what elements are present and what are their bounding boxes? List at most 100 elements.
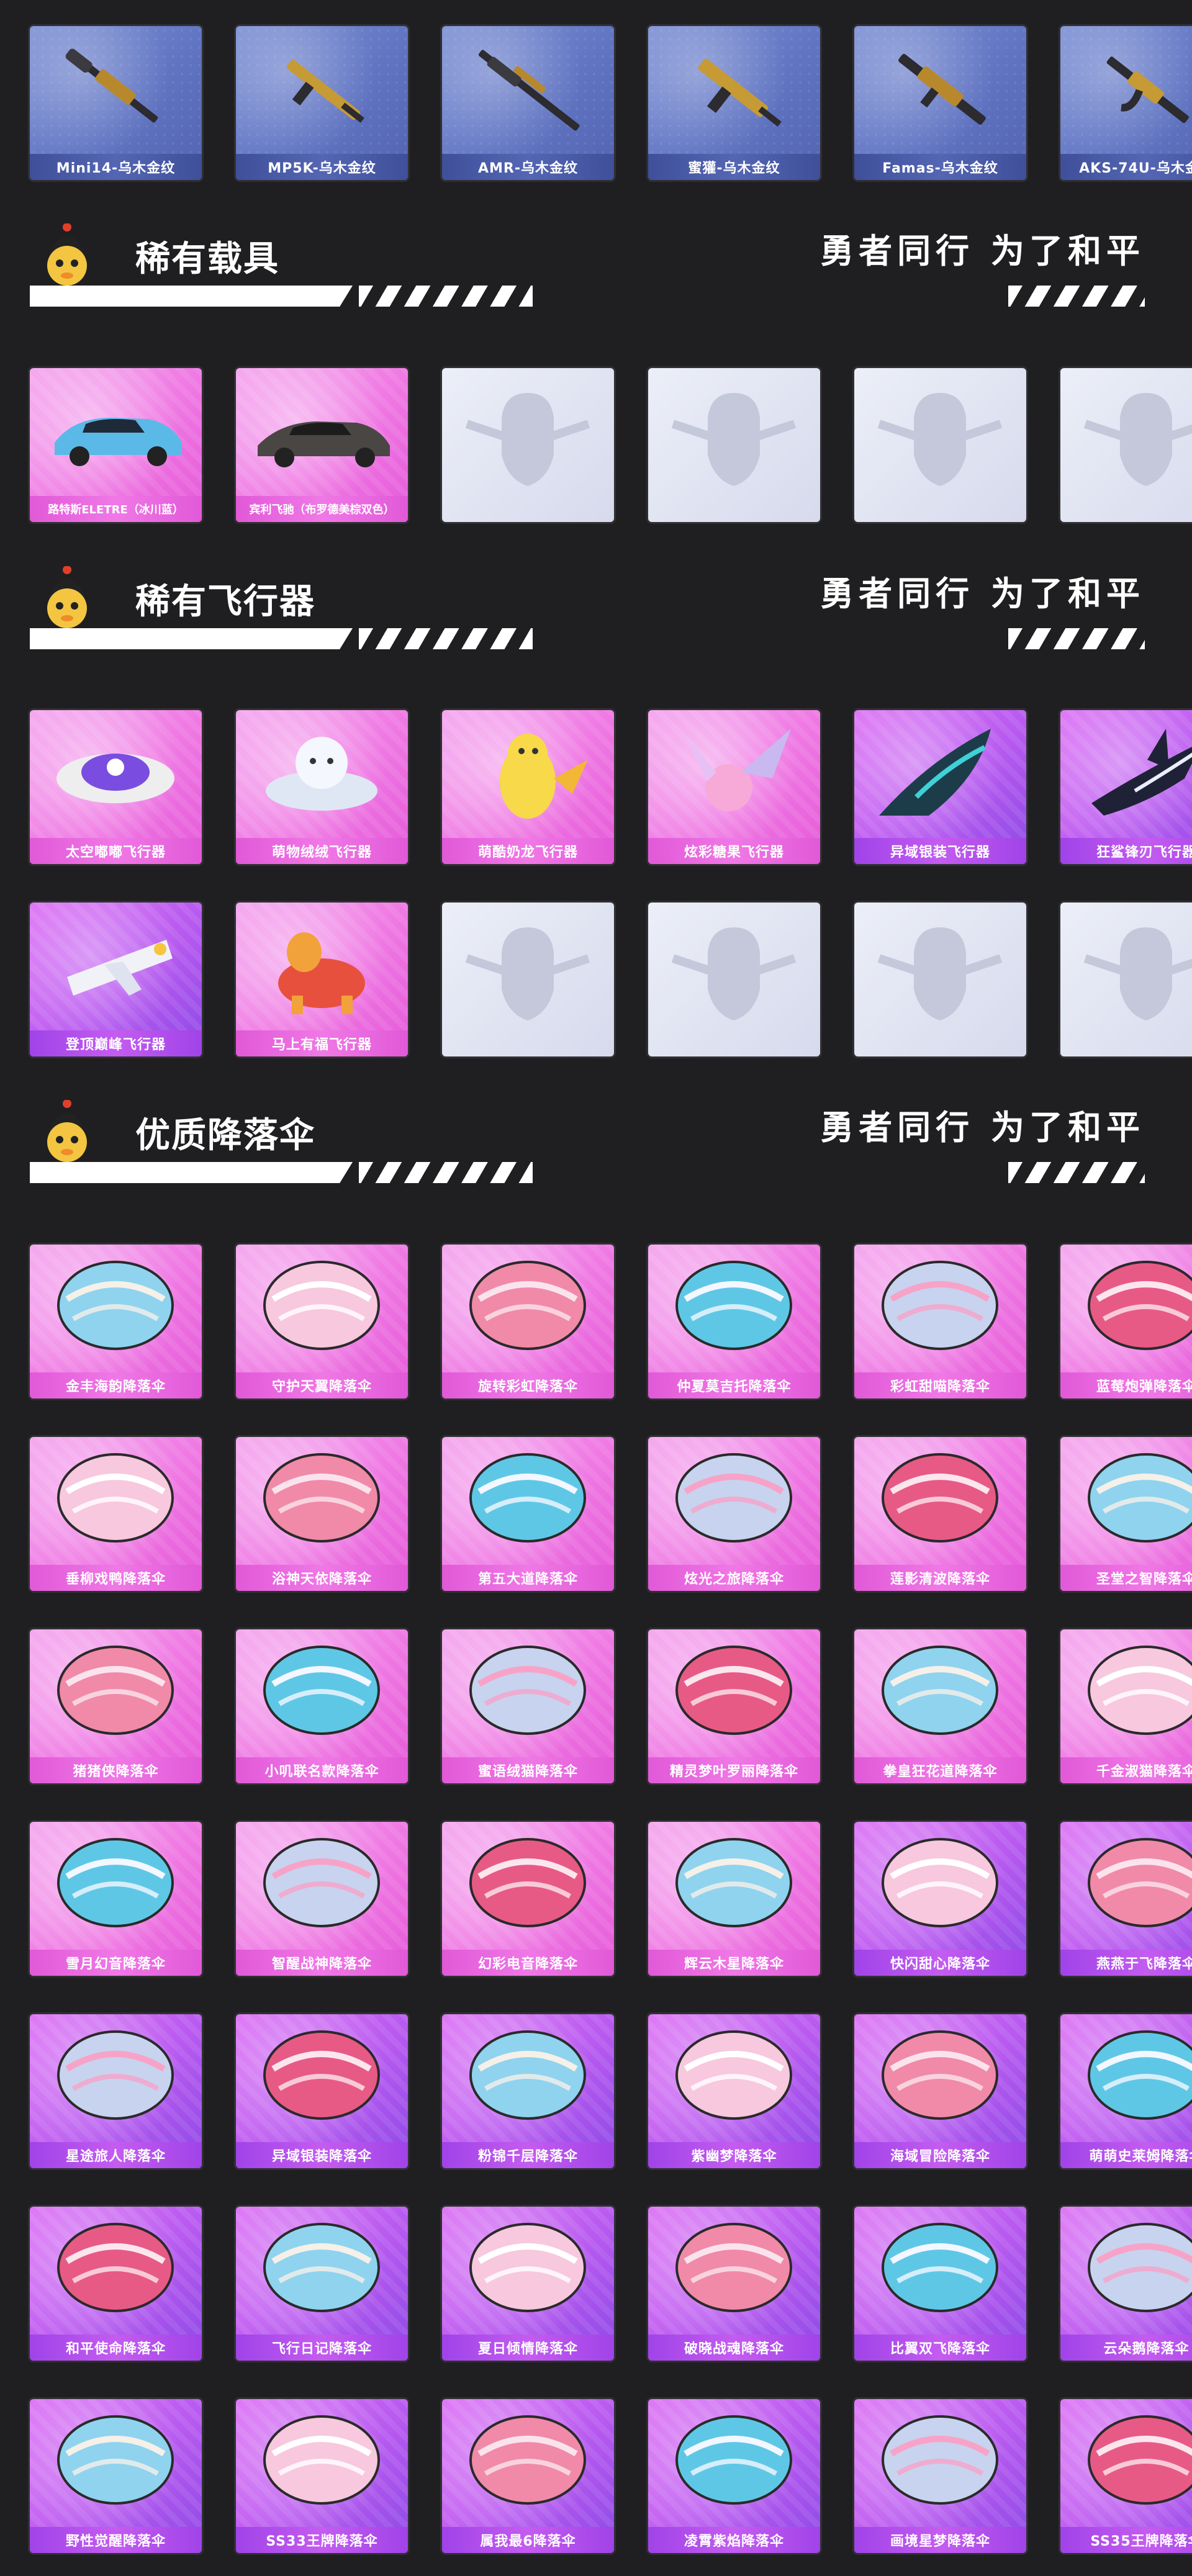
parachute-icon xyxy=(469,2415,586,2505)
parachute-card[interactable]: 蓝莓炮弹降落伞 xyxy=(1060,1245,1192,1398)
parachute-card[interactable]: SS35王牌降落伞 xyxy=(1060,2399,1192,2553)
weapon-card[interactable]: AKS-74U-乌木金纹 xyxy=(1060,26,1192,180)
parachute-card[interactable]: 蜜语绒猫降落伞 xyxy=(442,1629,614,1783)
weapon-card[interactable]: MP5K-乌木金纹 xyxy=(236,26,408,180)
parachute-card[interactable]: 猪猪侠降落伞 xyxy=(30,1629,202,1783)
parachute-label: SS33王牌降落伞 xyxy=(236,2527,408,2553)
aircraft-row: 太空嘟嘟飞行器 萌物绒绒飞行器 萌酷奶龙飞行器 炫彩糖果飞行器 异域银装飞行器 … xyxy=(30,710,1192,864)
aircraft-card[interactable]: 太空嘟嘟飞行器 xyxy=(30,710,202,864)
aircraft-card[interactable]: 萌物绒绒飞行器 xyxy=(236,710,408,864)
parachute-card[interactable]: 燕燕于飞降落伞 xyxy=(1060,1822,1192,1976)
parachute-card[interactable]: 彩虹甜喵降落伞 xyxy=(854,1245,1026,1398)
parachute-card[interactable]: 金丰海韵降落伞 xyxy=(30,1245,202,1398)
slogan: 勇者同行 为了和平 xyxy=(820,232,1145,271)
parachute-card[interactable]: 萌萌史莱姆降落伞 xyxy=(1060,2014,1192,2168)
parachute-card[interactable]: 雪月幻音降落伞 xyxy=(30,1822,202,1976)
parachute-label: 千金淑猫降落伞 xyxy=(1060,1757,1192,1783)
aircraft-card[interactable]: 异域银装飞行器 xyxy=(854,710,1026,864)
parachute-icon xyxy=(1088,1261,1192,1350)
parachute-icon xyxy=(263,2030,380,2120)
title-underbar xyxy=(30,1162,353,1183)
parachute-icon xyxy=(1088,1838,1192,1927)
parachute-card[interactable]: 和平使命降落伞 xyxy=(30,2207,202,2361)
mascot-icon xyxy=(47,223,87,286)
aircraft-icon xyxy=(685,729,791,811)
parachute-label: 破晓战魂降落伞 xyxy=(648,2335,820,2361)
parachute-icon xyxy=(1088,2223,1192,2312)
weapon-card[interactable]: Mini14-乌木金纹 xyxy=(30,26,202,180)
parachute-card[interactable]: 破晓战魂降落伞 xyxy=(648,2207,820,2361)
slogan-stripes xyxy=(1008,628,1145,649)
parachute-card[interactable]: 炫光之旅降落伞 xyxy=(648,1437,820,1591)
parachute-card[interactable]: 属我最6降落伞 xyxy=(442,2399,614,2553)
aircraft-card[interactable]: 炫彩糖果飞行器 xyxy=(648,710,820,864)
parachute-label: 守护天翼降落伞 xyxy=(236,1372,408,1398)
parachute-row: 和平使命降落伞 飞行日记降落伞 夏日倾情降落伞 破晓战魂降落伞 比翼双飞降落伞 云朵鹅降落… xyxy=(30,2207,1192,2361)
weapon-label: AMR-乌木金纹 xyxy=(442,154,614,180)
parachute-card[interactable]: 智醒战神降落伞 xyxy=(236,1822,408,1976)
title-underbar xyxy=(30,286,353,307)
section-header-vehicles: 稀有载具 勇者同行 为了和平 xyxy=(30,223,1157,307)
parachute-card[interactable]: 画境星梦降落伞 xyxy=(854,2399,1026,2553)
parachute-card[interactable]: SS33王牌降落伞 xyxy=(236,2399,408,2553)
emblem-icon xyxy=(465,393,590,486)
parachute-card[interactable]: 粉锦千层降落伞 xyxy=(442,2014,614,2168)
parachute-icon xyxy=(57,2223,174,2312)
aircraft-card[interactable]: 狂鲨锋刃飞行器 xyxy=(1060,710,1192,864)
empty-slot xyxy=(854,903,1026,1056)
smg-icon xyxy=(286,60,364,123)
parachute-label: 快闪甜心降落伞 xyxy=(854,1950,1026,1976)
empty-slot xyxy=(442,903,614,1056)
parachute-label: SS35王牌降落伞 xyxy=(1060,2527,1192,2553)
parachute-card[interactable]: 野性觉醒降落伞 xyxy=(30,2399,202,2553)
parachute-icon xyxy=(57,1838,174,1927)
weapon-card[interactable]: 蜜獾-乌木金纹 xyxy=(648,26,820,180)
weapon-card[interactable]: Famas-乌木金纹 xyxy=(854,26,1026,180)
parachute-label: 紫幽梦降落伞 xyxy=(648,2142,820,2168)
parachute-label: 幻彩电音降落伞 xyxy=(442,1950,614,1976)
aircraft-card[interactable]: 登顶巅峰飞行器 xyxy=(30,903,202,1056)
aircraft-card[interactable]: 马上有福飞行器 xyxy=(236,903,408,1056)
parachute-card[interactable]: 莲影清波降落伞 xyxy=(854,1437,1026,1591)
aircraft-label: 太空嘟嘟飞行器 xyxy=(30,838,202,864)
aircraft-icon xyxy=(67,940,173,996)
emblem-icon xyxy=(671,927,797,1020)
parachute-card[interactable]: 第五大道降落伞 xyxy=(442,1437,614,1591)
parachute-card[interactable]: 凌霄紫焰降落伞 xyxy=(648,2399,820,2553)
parachute-card[interactable]: 浴神天依降落伞 xyxy=(236,1437,408,1591)
parachute-card[interactable]: 拳皇狂花道降落伞 xyxy=(854,1629,1026,1783)
parachute-card[interactable]: 云朵鹅降落伞 xyxy=(1060,2207,1192,2361)
empty-slot xyxy=(854,368,1026,522)
vehicle-label: 宾利飞驰（布罗德美棕双色） xyxy=(236,496,408,522)
parachute-card[interactable]: 千金淑猫降落伞 xyxy=(1060,1629,1192,1783)
vehicle-card[interactable]: 宾利飞驰（布罗德美棕双色） xyxy=(236,368,408,522)
parachute-label: 粉锦千层降落伞 xyxy=(442,2142,614,2168)
parachute-card[interactable]: 夏日倾情降落伞 xyxy=(442,2207,614,2361)
parachute-icon xyxy=(469,2030,586,2120)
parachute-card[interactable]: 旋转彩虹降落伞 xyxy=(442,1245,614,1398)
parachute-card[interactable]: 圣堂之智降落伞 xyxy=(1060,1437,1192,1591)
parachute-card[interactable]: 海域冒险降落伞 xyxy=(854,2014,1026,2168)
parachute-card[interactable]: 垂柳戏鸭降落伞 xyxy=(30,1437,202,1591)
parachute-card[interactable]: 精灵梦叶罗丽降落伞 xyxy=(648,1629,820,1783)
weapon-card[interactable]: AMR-乌木金纹 xyxy=(442,26,614,180)
parachute-label: 异域银装降落伞 xyxy=(236,2142,408,2168)
parachute-card[interactable]: 比翼双飞降落伞 xyxy=(854,2207,1026,2361)
parachute-card[interactable]: 快闪甜心降落伞 xyxy=(854,1822,1026,1976)
parachute-card[interactable]: 星途旅人降落伞 xyxy=(30,2014,202,2168)
parachute-label: 彩虹甜喵降落伞 xyxy=(854,1372,1026,1398)
parachute-icon xyxy=(469,1646,586,1735)
parachute-card[interactable]: 异域银装降落伞 xyxy=(236,2014,408,2168)
parachute-card[interactable]: 飞行日记降落伞 xyxy=(236,2207,408,2361)
parachute-card[interactable]: 辉云木星降落伞 xyxy=(648,1822,820,1976)
parachute-card[interactable]: 守护天翼降落伞 xyxy=(236,1245,408,1398)
parachute-card[interactable]: 仲夏莫吉托降落伞 xyxy=(648,1245,820,1398)
parachute-card[interactable]: 小叽联名款降落伞 xyxy=(236,1629,408,1783)
parachute-icon xyxy=(675,1453,792,1542)
mascot-icon xyxy=(47,566,87,628)
parachute-card[interactable]: 紫幽梦降落伞 xyxy=(648,2014,820,2168)
title-stripes xyxy=(359,1162,533,1183)
parachute-card[interactable]: 幻彩电音降落伞 xyxy=(442,1822,614,1976)
aircraft-card[interactable]: 萌酷奶龙飞行器 xyxy=(442,710,614,864)
vehicle-card[interactable]: 路特斯ELETRE（冰川蓝） xyxy=(30,368,202,522)
